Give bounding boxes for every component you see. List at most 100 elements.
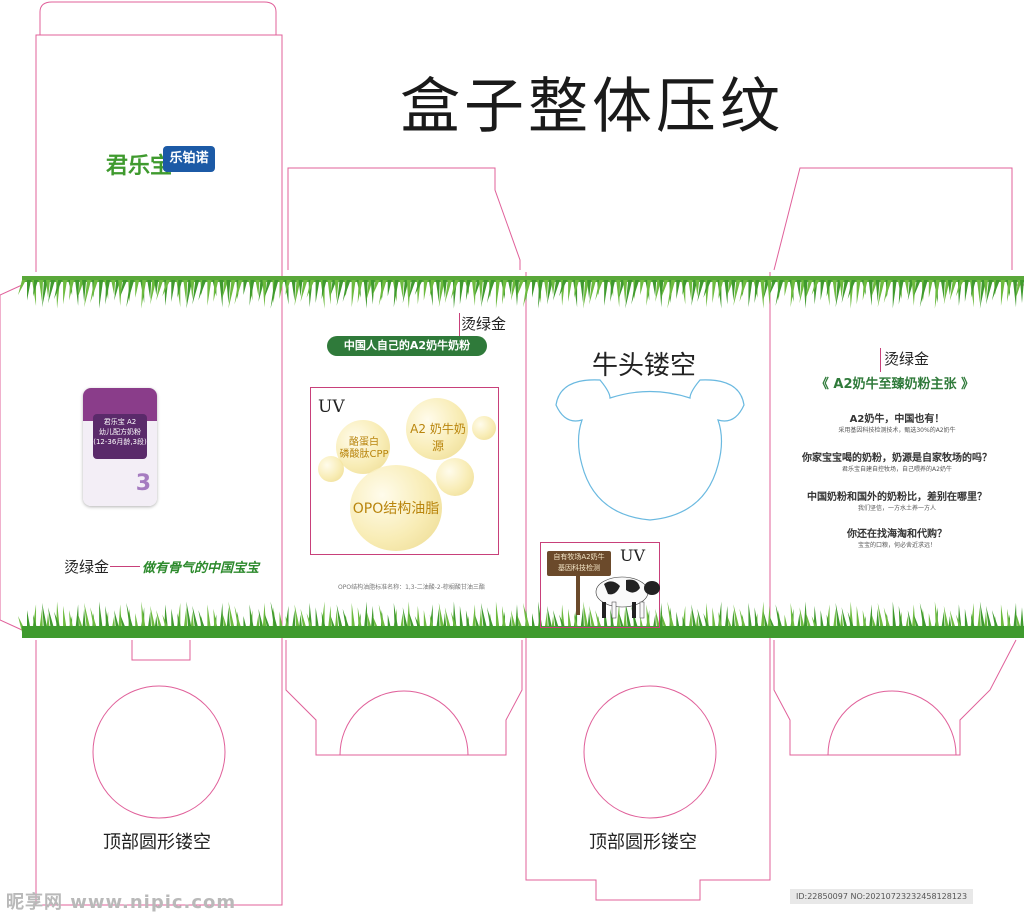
cow-illustration [595,576,660,619]
grass-blade [748,280,753,308]
grass-blade [270,280,279,309]
grass-blade [63,280,68,305]
bottom-label-left: 顶部圆形镂空 [103,832,211,853]
grass-blade [868,280,873,306]
grass-blade [775,280,784,306]
can-number: 3 [135,471,151,496]
grass-blade [243,280,248,295]
grass-blade [387,280,392,297]
grass-blade [27,280,32,301]
grass-blade [378,280,387,306]
grass-blade [784,280,789,297]
circle-cutout-left [92,685,226,819]
can-top-text: 君乐宝 A2 [103,418,137,426]
leader-line-1 [110,566,140,567]
p4-item-1-heading: A2奶牛，中国也有！ [849,414,945,425]
grass-blade [712,280,717,304]
grass-blade [183,280,188,304]
sign-line-1: 自有牧场A2奶牛 [553,553,605,561]
grass-blade [940,280,945,300]
grass-blade [171,280,176,302]
grass-blade [135,280,140,298]
bubble-a2-text: A2 奶牛奶源 [410,422,466,453]
dieline-top-flap [39,1,283,272]
grass-blade [1012,280,1017,308]
grass-blade [652,280,657,297]
grass-blade [255,280,260,297]
grass-blade [18,280,26,295]
grass-blade [604,280,609,306]
grass-blade [892,280,897,309]
semicircle-cutout-4 [827,690,957,756]
panel4-headline: 《 A2奶牛至臻奶粉主张 》 [815,377,975,392]
panel2-footnote: OPO结构油脂标准名称：1,3-二油酸-2-棕榈酸甘油三酯 [338,584,485,591]
bubble-small-3 [318,456,344,482]
grass-blade [532,280,537,298]
grass-blade [544,280,549,300]
p4-item-4-sub: 宝宝的口粮，何必舍近求远！ [857,542,936,549]
grass-blade [832,280,837,302]
grass-blade [399,280,404,298]
grass-blade [595,280,604,301]
packaging-dieline: 盒子整体压纹 君乐宝 乐铂诺 君乐宝 A2 幼儿配方奶粉 (12-36月龄,3段… [0,0,1024,916]
p4-item-4: 你还在找海淘和代购？ 宝宝的口粮，何必舍近求远！ [777,525,1017,549]
grass-blade [976,280,981,304]
grass-blade [883,280,892,304]
grass-blade [580,280,585,304]
grass-blade [471,280,476,306]
grass-blade [370,280,375,305]
bubble-opo-text: OPO结构油脂 [352,501,440,517]
p4-item-1-sub: 采用基因科技检测技术，甄选30%的A2奶牛 [838,427,956,434]
watermark-id: ID:22850097 NO:20210723232458128123 [790,889,974,904]
grass-blade [676,280,681,300]
uv-label-2: UV [318,397,345,417]
grass-blade [126,280,135,308]
grass-blade [1000,280,1005,306]
cutout-label: 牛头镂空 [592,351,697,381]
grass-blade [291,280,296,301]
grass-blade [219,280,224,308]
p4-item-1: A2奶牛，中国也有！ 采用基因科技检测技术，甄选30%的A2奶牛 [777,410,1017,434]
can-sublabel: (12-36月龄,3段) [93,438,147,446]
grass-blade [423,280,428,301]
p4-item-4-heading: 你还在找海淘和代购？ [847,529,947,540]
grass-blade [99,280,104,309]
grass-blade [964,280,969,302]
p4-item-3: 中国奶粉和国外的奶粉比，差别在哪里？ 我们坚信，一方水土养一方人 [777,488,1017,512]
grass-blade [486,280,495,304]
p4-item-2-sub: 君乐宝自建自控牧场，自己喂养的A2奶牛 [842,466,952,473]
grass-blade [111,280,116,295]
grass-blade [640,280,645,295]
grass-blade [568,280,573,302]
grass-blade [1019,280,1024,304]
circle-cutout-right [583,685,717,819]
grass-blade [928,280,933,298]
grass-blade [631,280,640,305]
panel1-slogan: 做有骨气的中国宝宝 [142,561,260,576]
grass-blade [760,280,765,309]
uv-label-3: UV [620,546,646,565]
bottom-label-right: 顶部圆形镂空 [589,832,697,853]
grass-blade [459,280,464,305]
grass-blade [523,280,532,308]
grass-blade [616,280,621,308]
product-can: 君乐宝 A2 幼儿配方奶粉 (12-36月龄,3段) 3 [83,388,157,506]
foil-label-1: 烫绿金 [64,558,110,576]
grass-blade [207,280,212,306]
p4-item-3-sub: 我们坚信，一方水土养一方人 [857,505,936,512]
grass-blade [507,280,512,295]
grass-blade [198,280,207,301]
grass-blade [351,280,356,308]
grass-blade [767,280,772,305]
grass-blade [856,280,861,305]
bubble-cpp-text: 酪蛋白 磷酸肽CPP [339,437,389,460]
leader-line-4 [880,348,881,372]
foil-label-4: 烫绿金 [884,350,930,368]
grass-blade [315,280,320,304]
grass-blade [820,280,825,301]
grass-blade [234,280,243,305]
grass-bottom-base [22,626,1024,638]
panel2-banner: 中国人自己的A2奶牛奶粉 [327,336,487,356]
can-label: 幼儿配方奶粉 [99,428,141,436]
grass-blade [75,280,80,306]
